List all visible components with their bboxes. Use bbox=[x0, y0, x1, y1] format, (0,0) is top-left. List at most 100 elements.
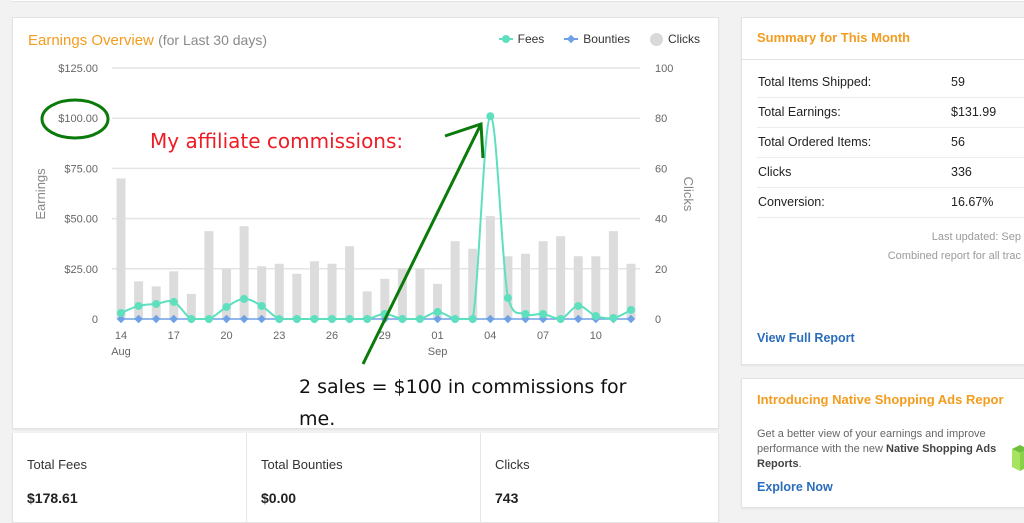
fees-point bbox=[240, 294, 249, 303]
fees-point bbox=[117, 308, 125, 317]
y-tick-label: $50.00 bbox=[64, 214, 98, 226]
fees-point bbox=[310, 315, 319, 323]
fees-point bbox=[328, 315, 337, 323]
fees-point bbox=[363, 315, 372, 323]
promo-title: Introducing Native Shopping Ads Repor bbox=[757, 392, 1004, 407]
last-updated-text: Last updated: Sep bbox=[931, 231, 1021, 243]
totals-card: Total Fees $178.61 Total Bounties $0.00 … bbox=[12, 433, 719, 523]
clicks-bar bbox=[169, 271, 179, 319]
fees-point bbox=[204, 315, 213, 323]
summary-label: Clicks bbox=[758, 165, 792, 179]
fees-point bbox=[187, 315, 196, 323]
fees-point bbox=[486, 112, 495, 121]
stat-total-bounties: Total Bounties $0.00 bbox=[247, 433, 481, 523]
stat-value: $0.00 bbox=[261, 490, 297, 506]
stat-clicks: Clicks 743 bbox=[481, 433, 720, 523]
view-full-report-link[interactable]: View Full Report bbox=[757, 331, 855, 345]
x-tick-label: 29 bbox=[379, 330, 391, 342]
clicks-bar bbox=[274, 263, 284, 319]
x-tick-label: 10 bbox=[590, 330, 602, 342]
stat-value: 743 bbox=[495, 490, 519, 506]
clicks-bar bbox=[415, 268, 425, 319]
stat-value: $178.61 bbox=[27, 490, 78, 506]
summary-value: 336 bbox=[951, 165, 972, 179]
fees-point bbox=[539, 309, 548, 318]
clicks-bar bbox=[538, 241, 548, 319]
summary-row-items-shipped: Total Items Shipped: 59 bbox=[757, 68, 1024, 98]
x-tick-label: 26 bbox=[326, 330, 338, 342]
stat-label: Total Bounties bbox=[261, 457, 343, 472]
clicks-bar bbox=[485, 216, 495, 319]
y2-tick-label: 60 bbox=[655, 163, 667, 175]
clicks-bars bbox=[116, 178, 636, 319]
clicks-bar bbox=[116, 178, 126, 319]
fees-point bbox=[292, 315, 301, 323]
annotation-arrow-shaft bbox=[361, 123, 483, 365]
fees-point bbox=[503, 293, 512, 302]
native-ads-promo-card: Introducing Native Shopping Ads Repor Ge… bbox=[741, 378, 1024, 508]
y-tick-label: $100.00 bbox=[58, 113, 98, 125]
fees-point bbox=[134, 301, 143, 310]
fees-point bbox=[169, 297, 178, 306]
green-box-icon bbox=[1012, 445, 1024, 471]
x-tick-month-label: Sep bbox=[428, 346, 448, 358]
clicks-bar bbox=[608, 231, 618, 319]
fees-point bbox=[345, 315, 354, 323]
fees-point bbox=[257, 301, 266, 310]
summary-row-clicks: Clicks 336 bbox=[757, 158, 1024, 188]
x-tick-label: 04 bbox=[484, 330, 496, 342]
combined-report-note: Combined report for all trac bbox=[887, 250, 1021, 262]
fees-point bbox=[574, 301, 583, 310]
clicks-bar bbox=[309, 261, 319, 319]
annotation-comment: 2 sales = $100 in commissions for me. bbox=[299, 376, 627, 430]
clicks-bar bbox=[520, 253, 530, 319]
promo-text-end: . bbox=[798, 458, 802, 470]
fees-point bbox=[415, 315, 424, 323]
y-tick-label: $125.00 bbox=[58, 63, 98, 75]
y2-tick-label: 20 bbox=[655, 264, 667, 276]
x-tick-label: 07 bbox=[537, 330, 549, 342]
y-tick-label: $75.00 bbox=[64, 163, 98, 175]
clicks-bar bbox=[450, 241, 460, 319]
stat-label: Total Fees bbox=[27, 457, 87, 472]
summary-label: Total Ordered Items: bbox=[758, 135, 872, 149]
fees-point bbox=[222, 302, 231, 311]
x-tick-label: 01 bbox=[431, 330, 443, 342]
fees-point bbox=[275, 315, 284, 323]
x-tick-label: 17 bbox=[168, 330, 180, 342]
summary-card: Summary for This Month Total Items Shipp… bbox=[741, 17, 1024, 365]
y-tick-label: $25.00 bbox=[64, 264, 98, 276]
x-tick-label: 14 bbox=[115, 330, 127, 342]
fees-point bbox=[468, 315, 477, 323]
divider bbox=[742, 59, 1024, 60]
fees-point bbox=[433, 307, 442, 316]
fees-point bbox=[152, 299, 161, 308]
fees-point bbox=[609, 313, 618, 322]
clicks-bar bbox=[239, 226, 249, 319]
summary-value: 56 bbox=[951, 135, 965, 149]
promo-description: Get a better view of your earnings and i… bbox=[757, 427, 997, 472]
clicks-bar bbox=[257, 266, 267, 319]
summary-title: Summary for This Month bbox=[757, 30, 911, 45]
y-tick-label: 0 bbox=[92, 314, 98, 326]
annotation-headline: My affiliate commissions: bbox=[150, 129, 404, 153]
fees-point bbox=[591, 311, 600, 320]
summary-label: Total Earnings: bbox=[758, 105, 841, 119]
fees-point bbox=[451, 315, 460, 323]
x-tick-month-label: Aug bbox=[111, 346, 131, 358]
clicks-bar bbox=[292, 273, 302, 319]
clicks-bar bbox=[222, 268, 232, 319]
y2-tick-label: 100 bbox=[655, 63, 673, 75]
summary-row-conversion: Conversion: 16.67% bbox=[757, 188, 1024, 218]
stat-total-fees: Total Fees $178.61 bbox=[13, 433, 247, 523]
explore-now-link[interactable]: Explore Now bbox=[757, 480, 833, 494]
y2-tick-label: 40 bbox=[655, 214, 667, 226]
fees-point bbox=[627, 305, 635, 314]
summary-value: 59 bbox=[951, 75, 965, 89]
clicks-bar bbox=[204, 231, 214, 319]
summary-value: $131.99 bbox=[951, 105, 997, 119]
summary-label: Conversion: bbox=[758, 195, 825, 209]
x-tick-label: 20 bbox=[220, 330, 232, 342]
summary-value: 16.67% bbox=[951, 195, 994, 209]
clicks-bar bbox=[327, 263, 337, 319]
